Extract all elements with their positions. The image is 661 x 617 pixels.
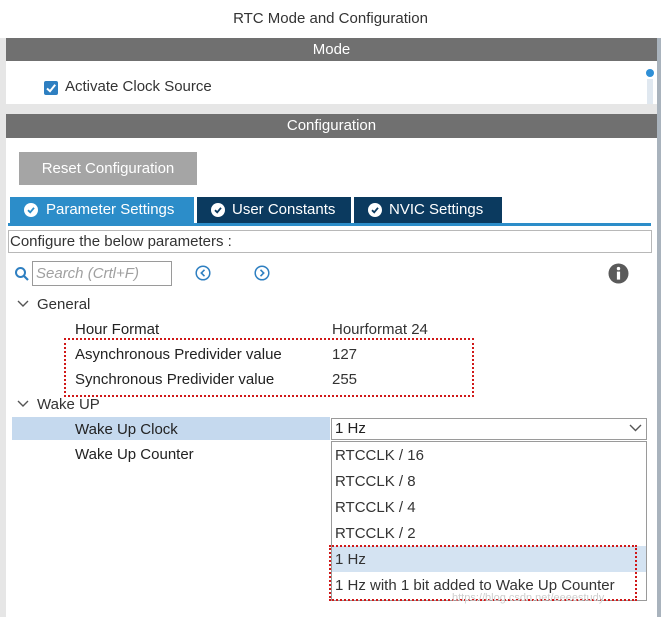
wake-up-clock-selected-value[interactable]: 1 Hz xyxy=(335,420,366,437)
param-wake-up-counter-label: Wake Up Counter xyxy=(75,446,194,463)
param-hour-format-value[interactable]: Hourformat 24 xyxy=(332,321,428,338)
check-circle-icon xyxy=(368,203,382,217)
chevron-down-icon[interactable] xyxy=(17,400,29,408)
activate-clock-source-checkbox[interactable] xyxy=(44,81,58,95)
param-hour-format-label: Hour Format xyxy=(75,321,160,338)
chevron-down-icon[interactable] xyxy=(629,424,642,432)
tab-label: NVIC Settings xyxy=(389,201,484,218)
window-title: RTC Mode and Configuration xyxy=(233,10,428,27)
panel-splitter[interactable] xyxy=(657,38,661,617)
prev-arrow-icon[interactable] xyxy=(195,265,211,281)
watermark: https://blog.csdn.net/eeeestudy xyxy=(452,592,605,604)
activate-clock-source-label[interactable]: Activate Clock Source xyxy=(65,78,212,95)
search-icon[interactable] xyxy=(14,266,30,282)
scrollbar-track[interactable] xyxy=(647,79,653,104)
dropdown-option[interactable]: RTCCLK / 16 xyxy=(335,447,424,464)
check-icon xyxy=(46,84,56,93)
param-wake-up-clock-label: Wake Up Clock xyxy=(75,421,178,438)
info-icon[interactable] xyxy=(608,263,629,284)
wake-up-clock-select[interactable] xyxy=(331,418,647,440)
tab-parameter-settings[interactable]: Parameter Settings xyxy=(10,197,194,223)
reset-configuration-button[interactable]: Reset Configuration xyxy=(19,152,197,185)
tab-user-constants[interactable]: User Constants xyxy=(197,197,351,223)
chevron-down-icon[interactable] xyxy=(17,300,29,308)
group-wake-up[interactable]: Wake UP xyxy=(37,396,100,413)
instruction-text: Configure the below parameters : xyxy=(10,233,232,250)
tab-underline xyxy=(8,223,651,226)
configuration-header: Configuration xyxy=(6,114,657,138)
check-circle-icon xyxy=(211,203,225,217)
tab-nvic-settings[interactable]: NVIC Settings xyxy=(354,197,502,223)
scrollbar-thumb[interactable] xyxy=(646,69,654,77)
check-circle-icon xyxy=(24,203,38,217)
search-input[interactable] xyxy=(32,261,172,286)
next-arrow-icon[interactable] xyxy=(254,265,270,281)
tab-label: Parameter Settings xyxy=(46,201,175,218)
tab-label: User Constants xyxy=(232,201,336,218)
group-general[interactable]: General xyxy=(37,296,90,313)
dropdown-option[interactable]: RTCCLK / 8 xyxy=(335,473,416,490)
annotation-box-predividers xyxy=(64,338,474,397)
dropdown-option[interactable]: RTCCLK / 2 xyxy=(335,525,416,542)
mode-header: Mode xyxy=(6,38,657,61)
dropdown-option[interactable]: RTCCLK / 4 xyxy=(335,499,416,516)
